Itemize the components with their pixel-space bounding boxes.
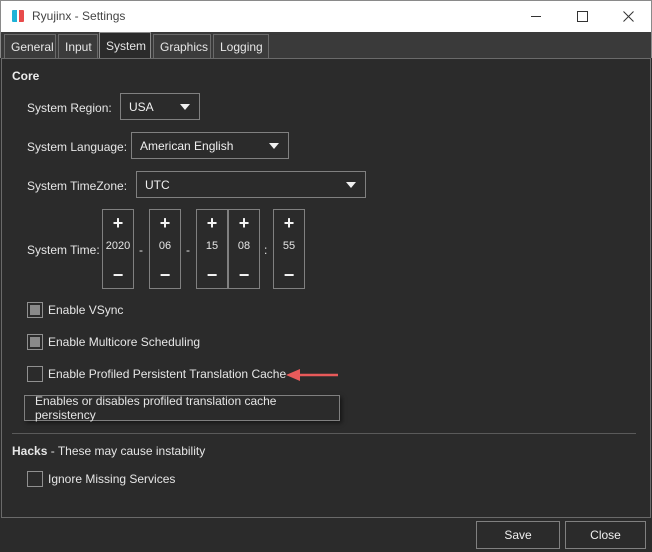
system-region-value: USA <box>129 99 154 114</box>
ptc-tooltip: Enables or disables profiled translation… <box>24 394 340 422</box>
close-icon <box>622 11 634 22</box>
minimize-button[interactable] <box>513 1 559 32</box>
core-section-title: Core <box>12 69 40 83</box>
month-value[interactable]: 06 <box>150 240 180 252</box>
day-increment-button[interactable]: + <box>197 212 227 234</box>
ignore-missing-services-checkbox[interactable] <box>27 471 43 487</box>
minute-spinner[interactable]: + 55 − <box>273 209 305 289</box>
date-separator: - <box>186 243 190 257</box>
tab-strip: General Input System Graphics Logging <box>0 32 652 58</box>
tab-general[interactable]: General <box>4 34 56 58</box>
system-timezone-select[interactable]: UTC <box>136 171 366 198</box>
hacks-subtitle: - These may cause instability <box>47 444 206 458</box>
close-button[interactable]: Close <box>565 521 646 549</box>
hour-value[interactable]: 08 <box>229 240 259 252</box>
system-language-select[interactable]: American English <box>131 132 289 159</box>
annotation-arrow-icon <box>286 369 338 381</box>
system-region-select[interactable]: USA <box>120 93 200 120</box>
section-divider <box>12 433 636 434</box>
system-timezone-label: System TimeZone: <box>27 179 128 193</box>
maximize-button[interactable] <box>559 1 605 32</box>
month-decrement-button[interactable]: − <box>150 264 180 286</box>
minute-value[interactable]: 55 <box>274 240 304 252</box>
multicore-label[interactable]: Enable Multicore Scheduling <box>48 335 200 349</box>
chevron-down-icon <box>269 143 279 149</box>
day-value[interactable]: 15 <box>197 240 227 252</box>
hour-spinner[interactable]: + 08 − <box>228 209 260 289</box>
hour-increment-button[interactable]: + <box>229 212 259 234</box>
save-button[interactable]: Save <box>476 521 560 549</box>
time-separator: : <box>264 243 268 257</box>
system-settings-panel: Core System Region: USA System Language:… <box>1 58 651 518</box>
year-increment-button[interactable]: + <box>103 212 133 234</box>
day-decrement-button[interactable]: − <box>197 264 227 286</box>
tab-input[interactable]: Input <box>58 34 98 58</box>
date-separator: - <box>139 243 143 257</box>
hour-decrement-button[interactable]: − <box>229 264 259 286</box>
title-bar: Ryujinx - Settings <box>0 0 652 32</box>
year-decrement-button[interactable]: − <box>103 264 133 286</box>
system-language-label: System Language: <box>27 140 128 154</box>
month-increment-button[interactable]: + <box>150 212 180 234</box>
system-timezone-value: UTC <box>145 177 170 192</box>
dialog-button-bar: Save Close <box>0 518 652 552</box>
system-region-label: System Region: <box>27 101 112 115</box>
multicore-checkbox[interactable] <box>27 334 43 350</box>
year-spinner[interactable]: + 2020 − <box>102 209 134 289</box>
chevron-down-icon <box>346 182 356 188</box>
month-spinner[interactable]: + 06 − <box>149 209 181 289</box>
ptc-checkbox[interactable] <box>27 366 43 382</box>
year-value[interactable]: 2020 <box>103 240 133 252</box>
vsync-label[interactable]: Enable VSync <box>48 303 123 317</box>
tab-logging[interactable]: Logging <box>213 34 269 58</box>
window-title: Ryujinx - Settings <box>32 9 126 23</box>
system-time-label: System Time: <box>27 243 100 257</box>
hacks-title: Hacks <box>12 444 48 458</box>
ignore-missing-services-label[interactable]: Ignore Missing Services <box>48 472 175 486</box>
minute-increment-button[interactable]: + <box>274 212 304 234</box>
ptc-label[interactable]: Enable Profiled Persistent Translation C… <box>48 367 286 381</box>
tab-graphics[interactable]: Graphics <box>153 34 211 58</box>
minute-decrement-button[interactable]: − <box>274 264 304 286</box>
day-spinner[interactable]: + 15 − <box>196 209 228 289</box>
chevron-down-icon <box>180 104 190 110</box>
system-language-value: American English <box>140 138 234 153</box>
hacks-section-title: Hacks - These may cause instability <box>12 444 205 458</box>
maximize-icon <box>576 11 588 22</box>
vsync-checkbox[interactable] <box>27 302 43 318</box>
minimize-icon <box>530 16 541 17</box>
ryujinx-logo-icon <box>12 10 24 22</box>
close-window-button[interactable] <box>605 1 651 32</box>
tab-system[interactable]: System <box>99 32 151 58</box>
